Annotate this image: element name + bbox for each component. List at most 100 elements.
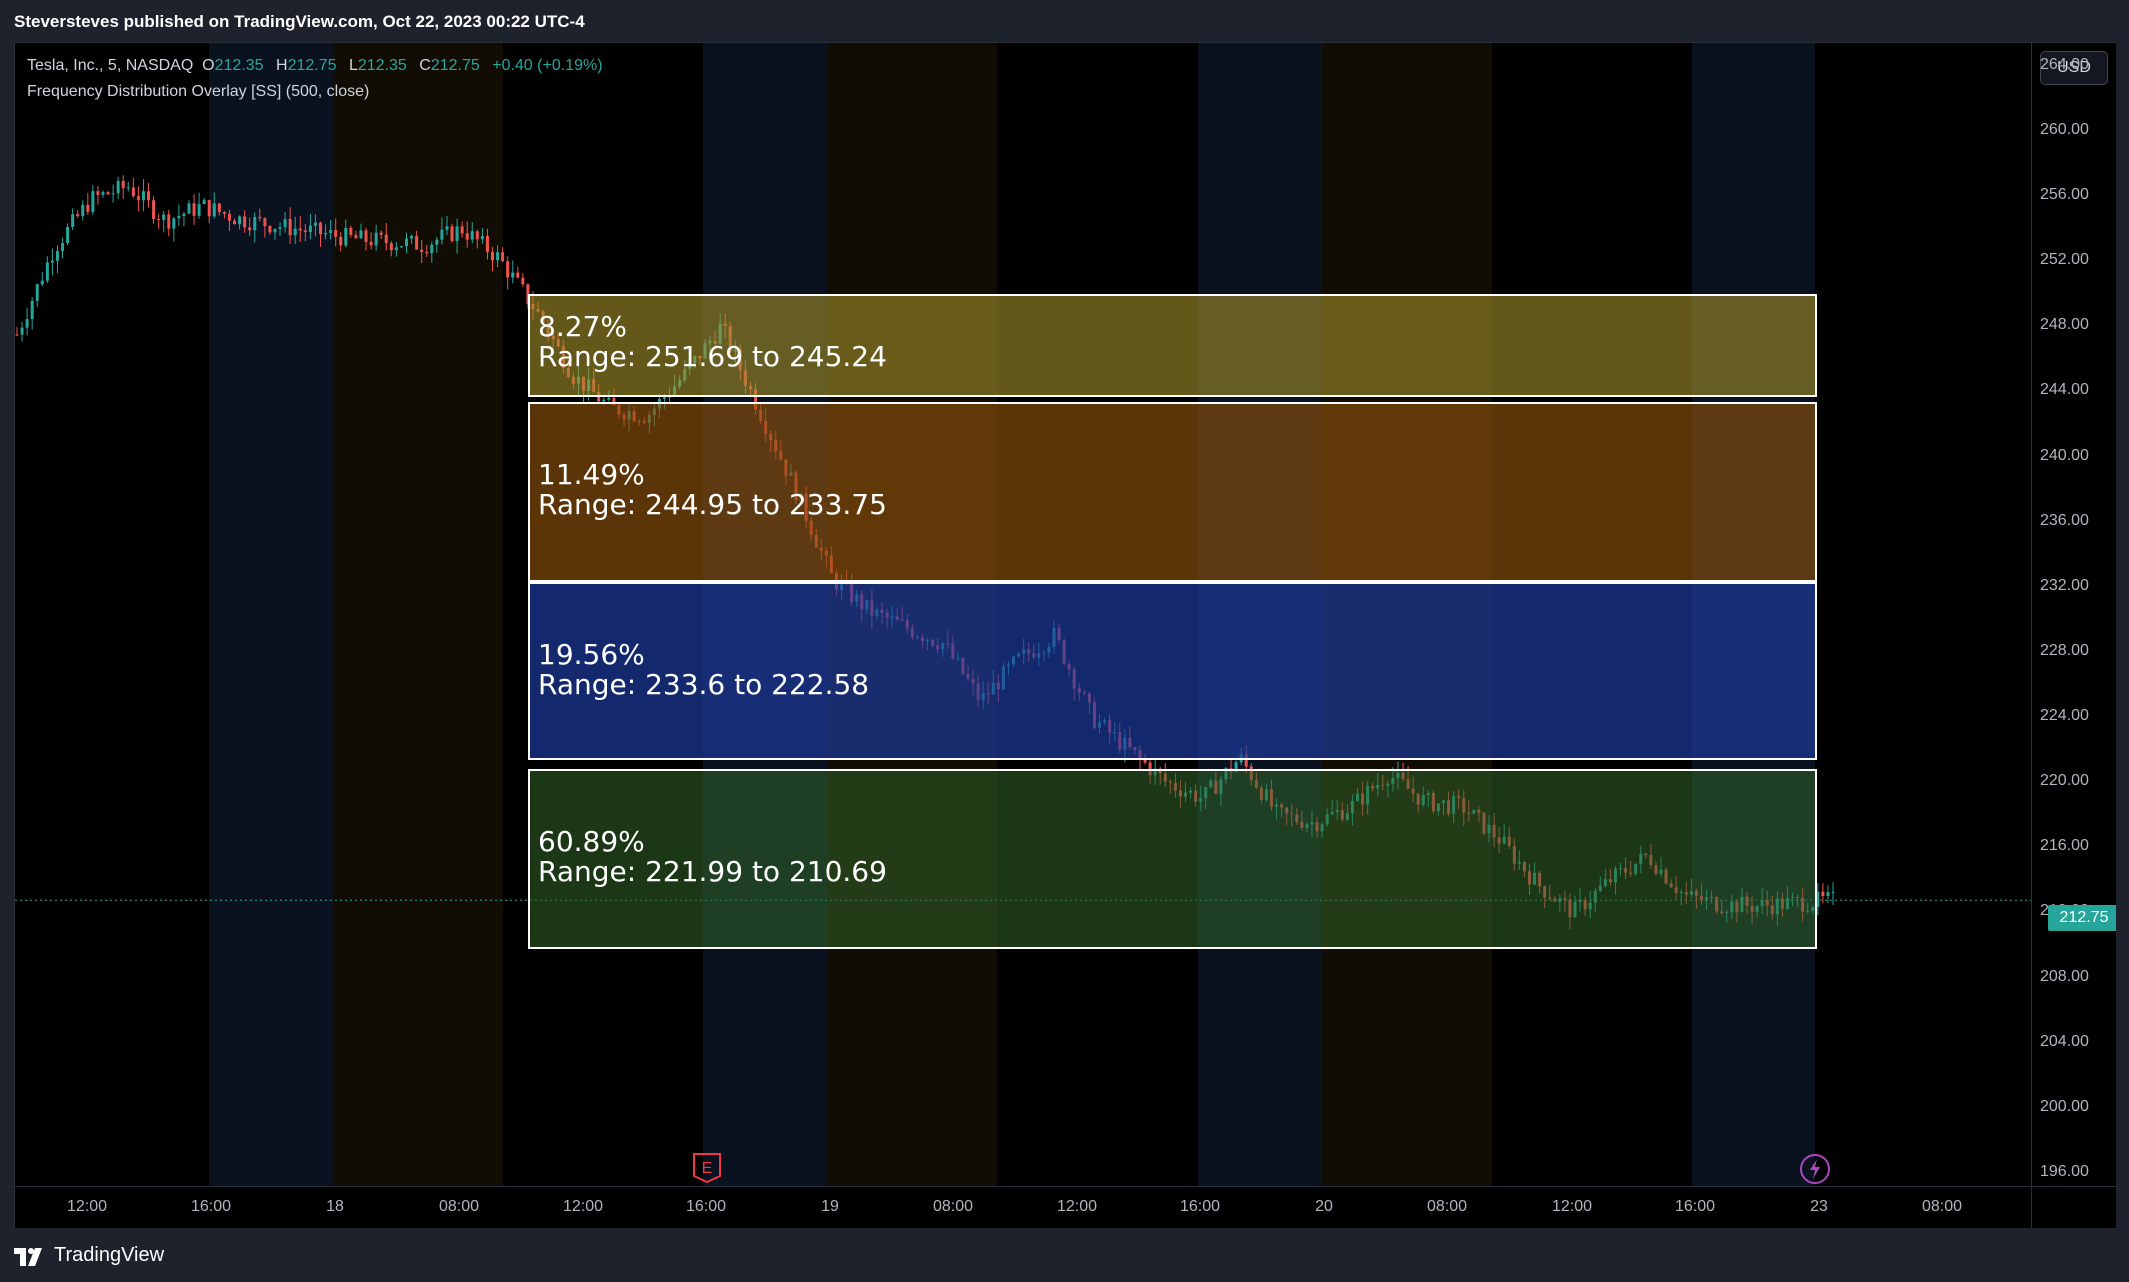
candle-body [334, 229, 338, 237]
price-tick-label: 204.00 [2040, 1032, 2089, 1050]
bin-label: 60.89% Range: 221.99 to 210.69 [538, 827, 887, 887]
candle-body [222, 211, 226, 214]
candle-body [1821, 891, 1825, 897]
candle-body [96, 191, 100, 195]
bin-range: Range: 251.69 to 245.24 [538, 340, 887, 373]
candle-body [76, 214, 80, 217]
time-tick-label: 16:00 [1674, 1198, 1716, 1215]
candle-body [501, 252, 505, 262]
time-tick-label: 18 [326, 1198, 344, 1215]
candle-body [455, 226, 459, 241]
candle-body [121, 180, 125, 189]
bin-label: 8.27% Range: 251.69 to 245.24 [538, 312, 887, 372]
candle-body [511, 272, 515, 278]
price-tick-label: 196.00 [2040, 1162, 2089, 1180]
tradingview-logo-icon [14, 1247, 42, 1266]
time-tick-label: 16:00 [685, 1198, 727, 1215]
legend-high: 212.75 [287, 57, 337, 74]
candle-body [278, 227, 282, 229]
candle-body [35, 284, 39, 301]
time-tick-label: 16:00 [1179, 1198, 1221, 1215]
candle-body [248, 227, 252, 231]
price-tick-label: 248.00 [2040, 316, 2089, 334]
candle-body [258, 216, 262, 219]
bin-range: Range: 221.99 to 210.69 [538, 855, 887, 888]
candle-body [111, 193, 115, 195]
candle-body [207, 200, 211, 217]
legend-change: +0.40 (+0.19%) [492, 57, 603, 74]
candle-body [253, 216, 257, 231]
price-tick-label: 228.00 [2040, 641, 2089, 659]
candle-body [147, 191, 151, 201]
footer-bar: TradingView [0, 1228, 2129, 1282]
candle-body [445, 226, 449, 230]
candle-body [192, 203, 196, 216]
candle-body [354, 234, 358, 239]
plot-area[interactable]: Tesla, Inc., 5, NASDAQ O212.35 H212.75 L… [15, 43, 2031, 1186]
bin-percent: 11.49% [538, 458, 645, 491]
candle-body [521, 277, 525, 285]
publish-header: Steversteves published on TradingView.co… [0, 0, 2129, 42]
candle-body [141, 191, 145, 201]
legend-high-key: H [276, 57, 288, 74]
bin-label: 19.56% Range: 233.6 to 222.58 [538, 640, 869, 700]
candle-body [465, 233, 469, 240]
candle-body [197, 203, 201, 216]
candle-body [516, 272, 520, 278]
candle-body [15, 334, 19, 336]
tradingview-logo[interactable]: TradingView [14, 1244, 164, 1267]
legend-indicator[interactable]: Frequency Distribution Overlay [SS] (500… [27, 83, 369, 100]
candle-body [450, 226, 454, 241]
bin-percent: 60.89% [538, 825, 645, 858]
distribution-bin: 19.56% Range: 233.6 to 222.58 [528, 582, 1817, 760]
time-tick-label: 12:00 [1056, 1198, 1098, 1215]
candle-body [152, 200, 156, 220]
candle-body [410, 235, 414, 239]
legend-indicator-row: Frequency Distribution Overlay [SS] (500… [27, 79, 611, 105]
price-tick-label: 256.00 [2040, 186, 2089, 204]
candle-body [101, 192, 105, 195]
price-tick-label: 260.00 [2040, 120, 2089, 138]
candle-body [324, 232, 328, 235]
candle-body [374, 232, 378, 246]
price-tick-label: 252.00 [2040, 251, 2089, 269]
tradingview-logo-text: TradingView [54, 1244, 165, 1266]
candle-body [344, 227, 348, 246]
candle-body [273, 228, 277, 233]
candle-body [187, 203, 191, 214]
current-price-badge: 212.75 [2048, 905, 2116, 931]
candle-body [339, 236, 343, 246]
legend-symbol[interactable]: Tesla, Inc., 5, NASDAQ [27, 57, 193, 74]
time-axis[interactable]: 12:00 16:00 18 08:00 12:00 16:00 19 08:00 12:00 1… [15, 1186, 2031, 1228]
candle-body [364, 230, 368, 242]
time-tick-label: 23 [1810, 1198, 1828, 1215]
candle-body [496, 252, 500, 261]
dividend-lightning-icon[interactable] [1799, 1153, 1831, 1186]
time-tick-label: 12:00 [562, 1198, 604, 1215]
price-tick-label: 224.00 [2040, 707, 2089, 725]
chart-frame[interactable]: Tesla, Inc., 5, NASDAQ O212.35 H212.75 L… [14, 42, 2116, 1228]
candle-body [238, 216, 242, 225]
candle-body [490, 252, 494, 261]
candle-body [30, 300, 34, 320]
candle-body [233, 220, 237, 225]
candle-body [480, 235, 484, 240]
candle-body [131, 187, 135, 197]
candle-body [182, 213, 186, 216]
price-tick-label: 244.00 [2040, 381, 2089, 399]
time-tick-label: 12:00 [1551, 1198, 1593, 1215]
legend-close-key: C [419, 57, 431, 74]
earnings-marker-icon[interactable]: E [692, 1152, 722, 1186]
candle-body [157, 219, 161, 221]
candle-body [167, 214, 171, 229]
candle-body [485, 235, 489, 253]
candle-body [283, 218, 287, 228]
candle-body [369, 241, 373, 246]
candle-body [172, 218, 176, 229]
candle-body [71, 214, 75, 227]
legend-open-key: O [202, 57, 215, 74]
price-axis[interactable]: USD 264.00 260.00 256.00 252.00 248.00 244.00… [2031, 43, 2116, 1186]
candle-body [1826, 892, 1830, 897]
time-tick-label: 12:00 [66, 1198, 108, 1215]
candle-body [45, 262, 49, 281]
